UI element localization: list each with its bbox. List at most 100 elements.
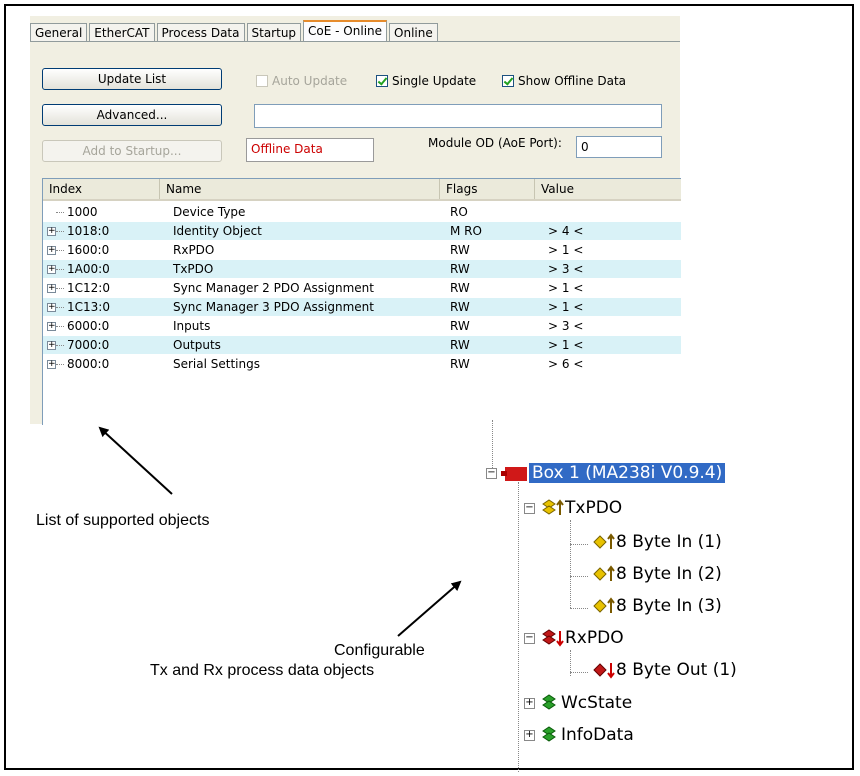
tree-item-wcstate[interactable]: + WcState	[524, 690, 632, 716]
tree-item-byte-in-1[interactable]: 8 Byte In (1)	[592, 529, 722, 555]
collapse-icon[interactable]: −	[524, 632, 535, 644]
expand-icon[interactable]: +	[47, 265, 56, 274]
table-row[interactable]: +1A00:0 TxPDO RW > 3 <	[43, 260, 681, 278]
tree-label-byte-out-1: 8 Byte Out (1)	[616, 660, 737, 680]
cell-index: 1C13:0	[67, 300, 110, 314]
config-annotation-line1: Configurable	[334, 642, 425, 659]
tab-divider	[30, 41, 680, 42]
tree-label-byte-in-3: 8 Byte In (3)	[616, 596, 722, 616]
cell-value: > 6 <	[548, 357, 584, 371]
table-row[interactable]: +1C13:0 Sync Manager 3 PDO Assignment RW > …	[43, 298, 681, 316]
auto-update-label: Auto Update	[272, 74, 348, 88]
tree-item-txpdo[interactable]: − TxPDO	[524, 495, 622, 521]
show-offline-data-label: Show Offline Data	[518, 74, 627, 88]
tree-label-byte-in-1: 8 Byte In (1)	[616, 532, 722, 552]
tree-connector	[56, 231, 64, 232]
cell-index: 1A00:0	[67, 262, 110, 276]
txpdo-icon	[542, 499, 564, 515]
single-update-checkbox[interactable]: Single Update	[376, 73, 476, 89]
tab-startup[interactable]: Startup	[246, 23, 302, 42]
tree-connector	[56, 212, 64, 213]
cell-flags: RW	[450, 281, 470, 295]
table-row[interactable]: +7000:0 Outputs RW > 1 <	[43, 336, 681, 354]
tree-item-byte-out-1[interactable]: 8 Byte Out (1)	[592, 657, 737, 683]
object-list[interactable]: Index Name Flags Value 1000 Device Type RO…	[42, 178, 681, 425]
cell-index: 1018:0	[67, 224, 110, 238]
auto-update-checkbox[interactable]: Auto Update	[256, 73, 347, 89]
tree-item-byte-in-2[interactable]: 8 Byte In (2)	[592, 561, 722, 587]
tree-label-wcstate: WcState	[561, 693, 633, 713]
tree-item-box1[interactable]: − Box 1 (MA238i V0.9.4)	[486, 460, 726, 486]
module-od-label: Module OD (AoE Port):	[428, 136, 562, 150]
tab-strip: General EtherCAT Process Data Startup Co…	[30, 20, 440, 42]
expand-icon[interactable]: +	[47, 322, 56, 331]
table-row[interactable]: +6000:0 Inputs RW > 3 <	[43, 317, 681, 335]
cell-name: Inputs	[173, 319, 211, 333]
tree-connector	[56, 364, 64, 365]
device-tree: − Box 1 (MA238i V0.9.4) − TxPDO 8 Byte I…	[480, 420, 856, 772]
tree-item-rxpdo[interactable]: − RxPDO	[524, 625, 624, 651]
single-update-label: Single Update	[392, 74, 477, 88]
expand-icon[interactable]: +	[47, 360, 56, 369]
expand-icon[interactable]: +	[47, 246, 56, 255]
tree-connector	[56, 288, 64, 289]
column-flags[interactable]: Flags	[440, 179, 535, 199]
tab-ethercat[interactable]: EtherCAT	[89, 23, 155, 42]
expand-icon[interactable]: +	[47, 227, 56, 236]
coe-online-dialog: General EtherCAT Process Data Startup Co…	[30, 16, 681, 425]
table-row[interactable]: +1C12:0 Sync Manager 2 PDO Assignment RW > …	[43, 279, 681, 297]
module-od-input[interactable]: 0	[576, 136, 662, 158]
cell-value: > 3 <	[548, 319, 584, 333]
input-variable-icon	[593, 597, 615, 613]
column-name[interactable]: Name	[160, 179, 440, 199]
table-row[interactable]: +1018:0 Identity Object M RO > 4 <	[43, 222, 681, 240]
tab-process-data[interactable]: Process Data	[156, 23, 245, 42]
check-icon	[376, 75, 388, 87]
table-row[interactable]: +1600:0 RxPDO RW > 1 <	[43, 241, 681, 259]
offline-data-indicator: Offline Data	[246, 138, 374, 162]
expand-icon[interactable]: +	[47, 284, 56, 293]
tree-label-box1: Box 1 (MA238i V0.9.4)	[529, 463, 726, 483]
column-index[interactable]: Index	[43, 179, 160, 199]
collapse-icon[interactable]: −	[486, 467, 497, 479]
table-row[interactable]: 1000 Device Type RO	[43, 203, 681, 221]
expand-icon[interactable]: +	[524, 729, 535, 741]
tree-item-byte-in-3[interactable]: 8 Byte In (3)	[592, 593, 722, 619]
checkbox-icon	[256, 75, 268, 87]
cell-value: > 1 <	[548, 338, 584, 352]
list-header: Index Name Flags Value	[43, 179, 681, 201]
tree-item-infodata[interactable]: + InfoData	[524, 722, 634, 748]
expand-icon[interactable]: +	[47, 303, 56, 312]
cell-value: > 1 <	[548, 243, 584, 257]
column-value[interactable]: Value	[535, 179, 681, 199]
info-field[interactable]	[254, 104, 662, 128]
table-row[interactable]: +8000:0 Serial Settings RW > 6 <	[43, 355, 681, 373]
tree-label-byte-in-2: 8 Byte In (2)	[616, 564, 722, 584]
tree-connector	[56, 345, 64, 346]
input-variable-icon	[593, 565, 615, 581]
expand-icon[interactable]: +	[47, 341, 56, 350]
expand-icon[interactable]: +	[524, 697, 535, 709]
cell-name: Serial Settings	[173, 357, 260, 371]
tree-label-txpdo: TxPDO	[565, 498, 623, 518]
cell-name: Identity Object	[173, 224, 262, 238]
tree-connector	[56, 269, 64, 270]
wcstate-icon	[542, 694, 556, 710]
cell-value: > 3 <	[548, 262, 584, 276]
advanced-button[interactable]: Advanced...	[42, 104, 222, 126]
tab-online[interactable]: Online	[389, 23, 438, 42]
cell-name: Sync Manager 3 PDO Assignment	[173, 300, 374, 314]
rxpdo-icon	[542, 629, 564, 647]
collapse-icon[interactable]: −	[524, 502, 535, 514]
cell-index: 6000:0	[67, 319, 110, 333]
tree-connector	[56, 307, 64, 308]
tab-general[interactable]: General	[30, 23, 88, 42]
config-annotation-line2: Tx and Rx process data objects	[150, 662, 375, 679]
tab-coe-online[interactable]: CoE - Online	[303, 20, 388, 42]
cell-flags: RW	[450, 243, 470, 257]
add-to-startup-button[interactable]: Add to Startup...	[42, 140, 222, 162]
cell-flags: M RO	[450, 224, 482, 238]
cell-value: > 1 <	[548, 281, 584, 295]
update-list-button[interactable]: Update List	[42, 68, 222, 90]
show-offline-data-checkbox[interactable]: Show Offline Data	[502, 73, 626, 89]
